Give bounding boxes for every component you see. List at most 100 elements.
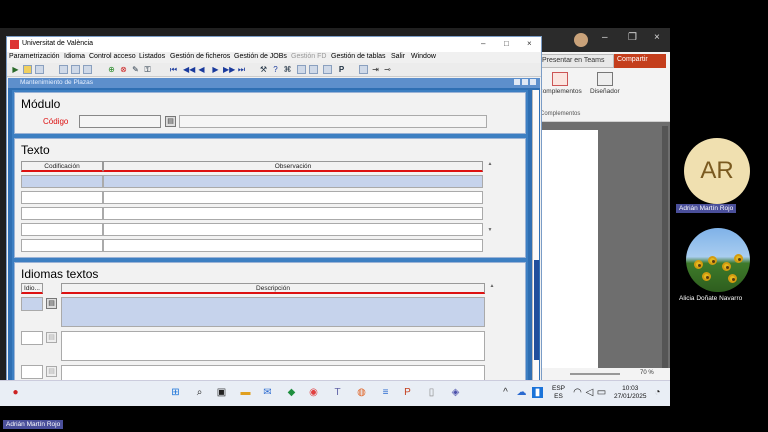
menu-listados[interactable]: Listados bbox=[139, 53, 165, 60]
battery-icon[interactable]: ▭ bbox=[596, 387, 607, 398]
slide-scrollbar[interactable] bbox=[662, 126, 668, 376]
codificacion-cell[interactable] bbox=[21, 191, 103, 204]
close-button[interactable]: × bbox=[527, 39, 532, 48]
menu-gestion-ficheros[interactable]: Gestión de ficheros bbox=[170, 53, 230, 60]
zoom-level: 70 % bbox=[640, 370, 654, 376]
forms-app-icon[interactable]: ▯ bbox=[426, 387, 437, 398]
powerpoint-icon[interactable]: P bbox=[402, 387, 413, 398]
last-block-icon[interactable]: ⏭ bbox=[237, 65, 246, 74]
notifications-icon[interactable]: ◔ bbox=[652, 387, 663, 398]
firefox-icon[interactable]: ◍ bbox=[356, 387, 367, 398]
observacion-cell[interactable] bbox=[103, 191, 483, 204]
menu-control-acceso[interactable]: Control acceso bbox=[89, 53, 136, 60]
form-close-icon[interactable] bbox=[530, 79, 536, 85]
file-explorer-icon[interactable]: ▬ bbox=[240, 387, 251, 398]
codificacion-cell[interactable] bbox=[21, 223, 103, 236]
complements-button[interactable]: Complementos bbox=[538, 72, 582, 95]
idioma-lov-button[interactable]: ▤ bbox=[46, 366, 57, 377]
texto-scrollbar[interactable]: ▲ ▼ bbox=[487, 161, 493, 253]
zoom-slider[interactable] bbox=[570, 373, 620, 375]
pointer-icon[interactable]: ⊸ bbox=[383, 65, 392, 74]
copy-icon[interactable] bbox=[59, 65, 68, 74]
weather-icon[interactable]: ● bbox=[10, 387, 21, 398]
lock-icon[interactable]: ⚿ bbox=[143, 65, 152, 74]
form-restore-icon[interactable] bbox=[522, 79, 528, 85]
menu-idioma[interactable]: Idioma bbox=[64, 53, 85, 60]
print-icon[interactable] bbox=[35, 65, 44, 74]
wifi-icon[interactable]: ◠ bbox=[572, 387, 583, 398]
designer-button[interactable]: Diseñador bbox=[590, 72, 620, 95]
observacion-cell[interactable] bbox=[103, 239, 483, 252]
present-in-teams-button[interactable]: Presentar en Teams bbox=[538, 54, 614, 68]
paste-icon[interactable] bbox=[71, 65, 80, 74]
menu-window[interactable]: Window bbox=[411, 53, 436, 60]
teams-icon[interactable]: T bbox=[332, 387, 343, 398]
slide[interactable] bbox=[542, 130, 598, 374]
help-icon[interactable]: ? bbox=[271, 65, 280, 74]
save-icon[interactable]: ▶ bbox=[11, 65, 20, 74]
open-icon[interactable] bbox=[23, 65, 32, 74]
idioma-lov-button[interactable]: ▤ bbox=[46, 332, 57, 343]
minimize-icon[interactable]: – bbox=[602, 32, 608, 43]
user-avatar-icon[interactable] bbox=[574, 33, 588, 47]
insert-record-icon[interactable]: ⊕ bbox=[107, 65, 116, 74]
window-icon[interactable] bbox=[323, 65, 332, 74]
idioma-cell[interactable] bbox=[21, 365, 43, 379]
idioma-cell[interactable] bbox=[21, 331, 43, 345]
menu-parametrizacion[interactable]: Parametrización bbox=[9, 53, 60, 60]
chrome-icon[interactable]: ◉ bbox=[308, 387, 319, 398]
delete-record-icon[interactable]: ⊗ bbox=[119, 65, 128, 74]
language-indicator[interactable]: ESP ES bbox=[552, 385, 565, 401]
next-block-icon[interactable]: ▶▶ bbox=[223, 65, 235, 74]
properties-icon[interactable]: P bbox=[337, 65, 346, 74]
display-list-icon[interactable] bbox=[309, 65, 318, 74]
codigo-input[interactable] bbox=[79, 115, 161, 128]
codificacion-cell[interactable] bbox=[21, 207, 103, 220]
form-scrollbar-thumb[interactable] bbox=[534, 260, 539, 360]
previous-record-icon[interactable]: ◀ bbox=[197, 65, 206, 74]
share-button[interactable]: Compartir bbox=[614, 54, 666, 68]
menu-gestion-jobs[interactable]: Gestión de JOBs bbox=[234, 53, 287, 60]
idioma-lov-button[interactable]: ▤ bbox=[46, 298, 57, 309]
volume-icon[interactable]: ◁ bbox=[584, 387, 595, 398]
form-minimize-icon[interactable] bbox=[514, 79, 520, 85]
codificacion-cell[interactable] bbox=[21, 239, 103, 252]
search-icon[interactable]: ⌕ bbox=[194, 387, 205, 398]
idioma-cell[interactable] bbox=[21, 297, 43, 311]
exit-icon[interactable]: ⇥ bbox=[371, 65, 380, 74]
app-active-icon[interactable]: ▮ bbox=[532, 387, 543, 398]
cloud-icon[interactable]: ☁ bbox=[516, 387, 527, 398]
app-icon[interactable]: ≡ bbox=[380, 387, 391, 398]
descripcion-cell[interactable] bbox=[61, 297, 485, 327]
edit-icon[interactable] bbox=[297, 65, 306, 74]
close-icon[interactable]: × bbox=[654, 32, 660, 43]
next-record-icon[interactable]: ▶ bbox=[211, 65, 220, 74]
store-icon[interactable]: ◆ bbox=[286, 387, 297, 398]
teams-meeting-icon[interactable]: ◈ bbox=[450, 387, 461, 398]
codificacion-cell[interactable] bbox=[21, 175, 103, 188]
outlook-icon[interactable]: ✉ bbox=[262, 387, 273, 398]
minimize-button[interactable]: – bbox=[481, 39, 485, 48]
maximize-button[interactable]: □ bbox=[504, 39, 509, 48]
cut-icon[interactable] bbox=[83, 65, 92, 74]
start-icon[interactable]: ⊞ bbox=[170, 387, 181, 398]
calendar-icon[interactable] bbox=[359, 65, 368, 74]
clock[interactable]: 10:03 27/01/2025 bbox=[614, 385, 647, 401]
task-view-icon[interactable]: ▣ bbox=[216, 387, 227, 398]
observacion-cell[interactable] bbox=[103, 175, 483, 188]
form-scrollbar[interactable] bbox=[532, 90, 539, 388]
tray-overflow-icon[interactable]: ^ bbox=[500, 387, 511, 398]
query-icon[interactable]: ⚒ bbox=[259, 65, 268, 74]
observacion-cell[interactable] bbox=[103, 207, 483, 220]
previous-block-icon[interactable]: ◀◀ bbox=[183, 65, 195, 74]
restore-icon[interactable]: ❐ bbox=[628, 32, 637, 43]
first-block-icon[interactable]: ⏮ bbox=[169, 65, 178, 74]
idiomas-scrollbar[interactable]: ▲ bbox=[489, 283, 495, 388]
menu-gestion-tablas[interactable]: Gestión de tablas bbox=[331, 53, 385, 60]
observacion-cell[interactable] bbox=[103, 223, 483, 236]
list-values-icon[interactable]: ⌘ bbox=[283, 65, 292, 74]
clear-icon[interactable]: ✎ bbox=[131, 65, 140, 74]
codigo-lov-button[interactable]: ▤ bbox=[165, 116, 176, 127]
menu-salir[interactable]: Salir bbox=[391, 53, 405, 60]
descripcion-cell[interactable] bbox=[61, 331, 485, 361]
